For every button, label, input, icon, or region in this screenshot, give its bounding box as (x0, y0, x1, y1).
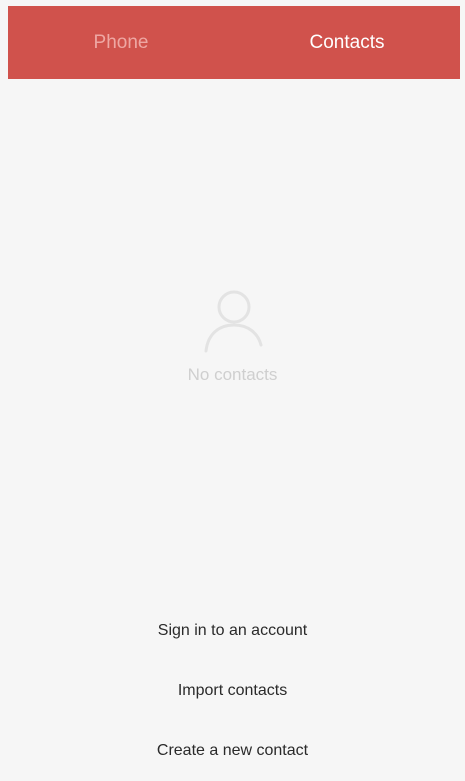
person-icon (204, 290, 262, 353)
empty-state-text: No contacts (187, 365, 278, 384)
empty-state: No contacts (0, 285, 465, 385)
tab-phone[interactable]: Phone (8, 6, 234, 79)
tab-bar: Phone Contacts (8, 6, 460, 79)
import-contacts-button[interactable]: Import contacts (0, 682, 465, 700)
tab-contacts[interactable]: Contacts (234, 6, 460, 79)
create-contact-button[interactable]: Create a new contact (0, 742, 465, 760)
sign-in-account-button[interactable]: Sign in to an account (0, 622, 465, 640)
contacts-screen: Phone Contacts No contacts Sign in to an… (0, 0, 465, 781)
